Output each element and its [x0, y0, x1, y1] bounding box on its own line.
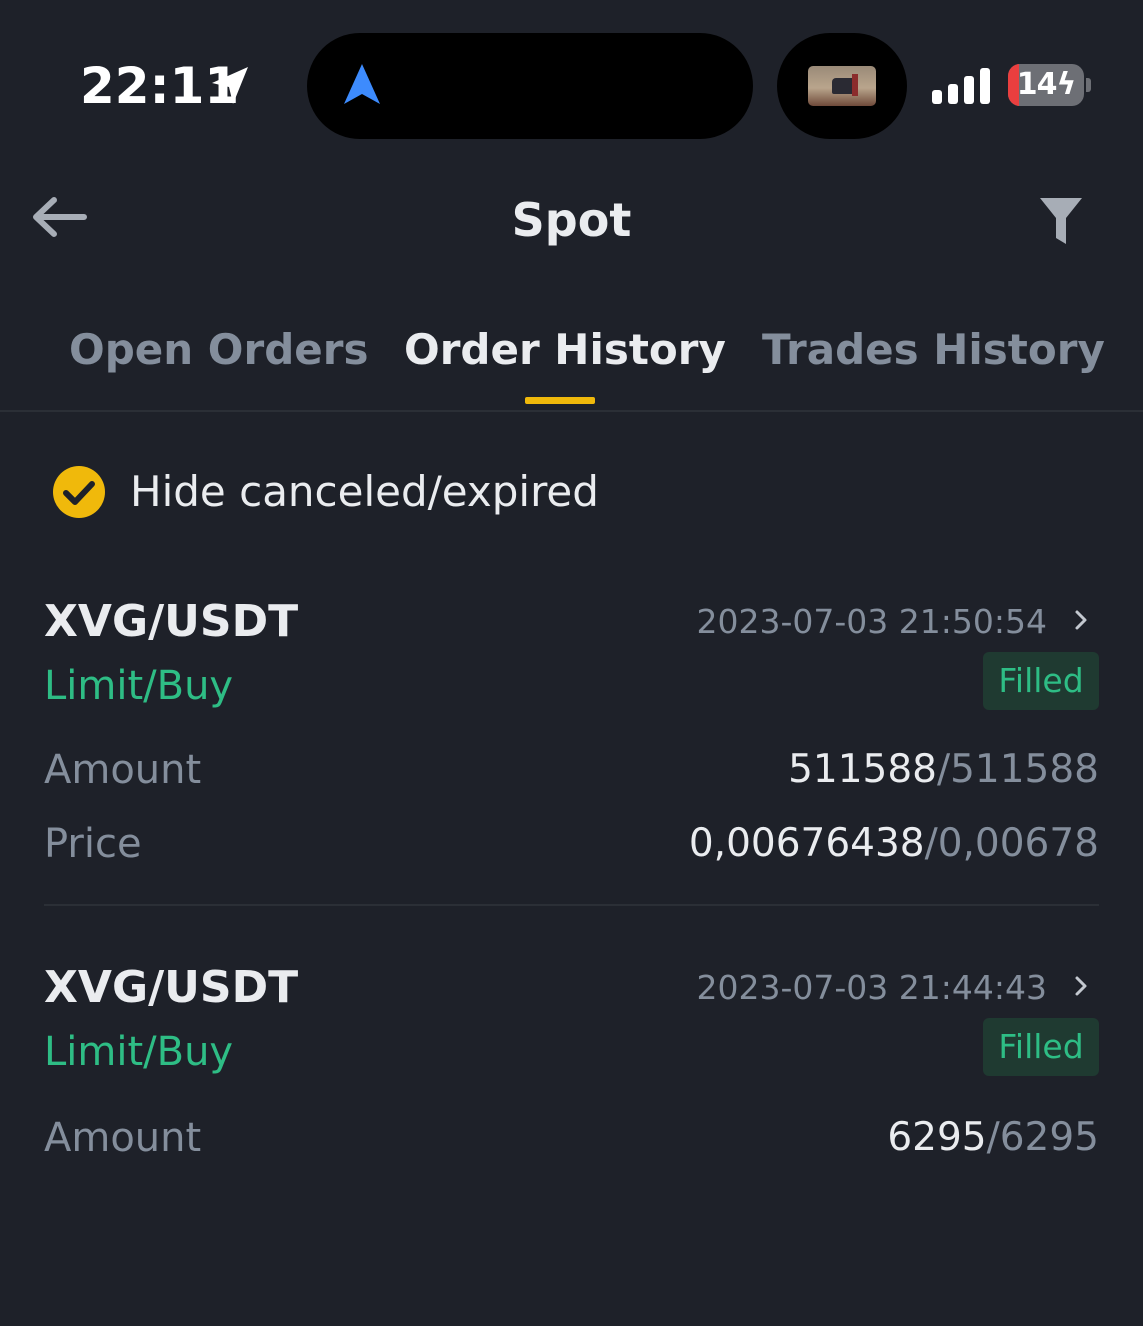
price-label: Price: [44, 821, 142, 867]
amount-filled: 6295: [887, 1115, 987, 1160]
battery-percentage: 14ϟ: [1016, 67, 1077, 102]
navigation-arrow-icon: [344, 64, 380, 104]
status-bar: 22:11 14ϟ: [0, 0, 1143, 160]
battery-cap: [1086, 78, 1091, 92]
tab-order-history[interactable]: Order History: [404, 322, 726, 378]
order-timestamp: 2023-07-03 21:44:43: [696, 968, 1047, 1007]
hide-canceled-label[interactable]: Hide canceled/expired: [130, 462, 599, 522]
chevron-right-icon[interactable]: [1070, 972, 1092, 1000]
price-value: 0,00676438/0,00678: [688, 821, 1099, 866]
tab-divider: [0, 410, 1143, 412]
order-pair: XVG/USDT: [44, 962, 299, 1013]
status-badge: Filled: [983, 652, 1099, 710]
order-item[interactable]: XVG/USDT 2023-07-03 21:50:54 Limit/Buy F…: [0, 594, 1143, 960]
cellular-signal-icon: [932, 68, 990, 104]
chevron-right-icon[interactable]: [1070, 606, 1092, 634]
checkbox-checked-icon[interactable]: [52, 465, 106, 519]
media-thumbnail: [808, 66, 876, 106]
amount-value: 6295/6295: [887, 1115, 1099, 1160]
order-side: Limit/Buy: [44, 1029, 234, 1075]
amount-total: 511588: [950, 747, 1099, 792]
amount-label: Amount: [44, 747, 202, 793]
amount-total: 6295: [999, 1115, 1099, 1160]
amount-filled: 511588: [788, 747, 937, 792]
battery-charging-icon: 14ϟ: [1008, 64, 1084, 106]
order-side: Limit/Buy: [44, 663, 234, 709]
filter-icon[interactable]: [1038, 196, 1084, 246]
order-divider: [44, 904, 1099, 906]
tab-trades-history[interactable]: Trades History: [762, 322, 1105, 378]
order-timestamp: 2023-07-03 21:50:54: [696, 602, 1047, 641]
tab-open-orders[interactable]: Open Orders: [69, 322, 368, 378]
price-limit: 0,00678: [937, 821, 1099, 866]
page-title: Spot: [511, 193, 632, 247]
order-pair: XVG/USDT: [44, 596, 299, 647]
price-average: 0,00676438: [688, 821, 925, 866]
active-tab-indicator: [525, 397, 595, 404]
order-item[interactable]: XVG/USDT 2023-07-03 21:44:43 Limit/Buy F…: [0, 960, 1143, 1326]
amount-label: Amount: [44, 1115, 202, 1161]
status-badge: Filled: [983, 1018, 1099, 1076]
amount-value: 511588/511588: [788, 747, 1099, 792]
location-arrow-icon: [212, 67, 248, 104]
